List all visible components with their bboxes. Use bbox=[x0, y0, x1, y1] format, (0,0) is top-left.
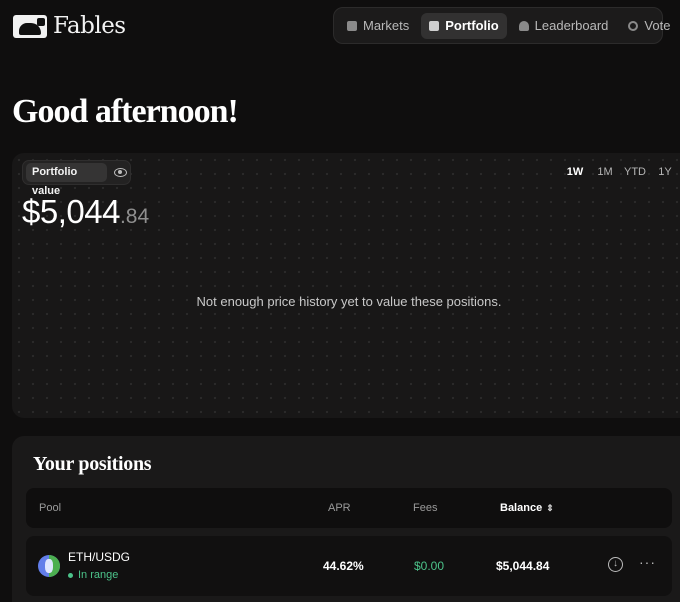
nav-item-vote[interactable]: Vote bbox=[620, 13, 678, 39]
nav-item-label: Leaderboard bbox=[534, 18, 609, 33]
position-apr: 44.62% bbox=[323, 559, 364, 573]
page-greeting: Good afternoon! bbox=[12, 93, 239, 130]
portfolio-value: $5,044.84 bbox=[22, 193, 149, 231]
column-header-balance[interactable]: Balance ⇕ bbox=[500, 502, 554, 514]
chart-empty-message: Not enough price history yet to value th… bbox=[196, 294, 502, 309]
pool-pair: ETH/USDG bbox=[68, 550, 131, 564]
nav-item-markets[interactable]: Markets bbox=[339, 13, 417, 39]
position-balance: $5,044.84 bbox=[496, 559, 550, 573]
status-dot-icon bbox=[68, 572, 73, 578]
range-status: In range bbox=[68, 569, 118, 581]
sort-icon: ⇕ bbox=[546, 503, 554, 513]
time-range-selector: 1W 1M YTD 1Y bbox=[560, 166, 680, 178]
more-options-icon[interactable]: ··· bbox=[639, 554, 656, 570]
portfolio-value-card: Portfolio value $5,044.84 1W 1M YTD 1Y N… bbox=[12, 153, 680, 418]
range-1y[interactable]: 1Y bbox=[650, 166, 680, 178]
positions-table-header: Pool APR Fees Balance ⇕ bbox=[26, 488, 672, 528]
portfolio-value-cents: .84 bbox=[119, 205, 150, 228]
positions-card: Your positions Pool APR Fees Balance ⇕ ET… bbox=[12, 436, 680, 602]
nav-item-label: Markets bbox=[363, 18, 410, 33]
column-header-fees[interactable]: Fees bbox=[413, 502, 437, 514]
positions-title: Your positions bbox=[33, 453, 152, 475]
column-header-balance-label: Balance bbox=[500, 502, 543, 514]
portfolio-value-label: Portfolio value bbox=[26, 163, 108, 197]
withdraw-icon[interactable]: ↓ bbox=[608, 557, 623, 572]
nav-item-portfolio[interactable]: Portfolio bbox=[421, 12, 507, 39]
column-header-apr[interactable]: APR bbox=[328, 502, 351, 514]
markets-icon bbox=[347, 20, 357, 31]
range-1w[interactable]: 1W bbox=[560, 166, 590, 178]
fables-logo-icon bbox=[13, 14, 47, 38]
app-name: Fables bbox=[53, 13, 126, 39]
eye-icon[interactable] bbox=[114, 168, 127, 177]
range-status-label: In range bbox=[78, 569, 119, 581]
range-1m[interactable]: 1M bbox=[590, 166, 620, 178]
app-logo[interactable]: Fables bbox=[13, 13, 126, 39]
eth-usdg-pair-icon bbox=[38, 555, 60, 577]
nav-item-leaderboard[interactable]: Leaderboard bbox=[511, 13, 617, 39]
nav-item-label: Portfolio bbox=[445, 18, 499, 33]
portfolio-value-main: $5,044 bbox=[22, 193, 120, 230]
main-nav: Markets Portfolio Leaderboard Vote bbox=[333, 7, 670, 44]
table-row[interactable]: ETH/USDG In range 44.62% $0.00 $5,044.84… bbox=[26, 536, 672, 596]
position-fees: $0.00 bbox=[414, 559, 445, 573]
range-ytd[interactable]: YTD bbox=[620, 166, 650, 178]
portfolio-value-pill: Portfolio value bbox=[22, 160, 131, 197]
portfolio-icon bbox=[429, 20, 440, 31]
nav-item-label: Vote bbox=[644, 18, 671, 33]
trophy-icon bbox=[518, 20, 529, 31]
column-header-pool[interactable]: Pool bbox=[39, 502, 61, 514]
gauge-icon bbox=[628, 20, 639, 31]
